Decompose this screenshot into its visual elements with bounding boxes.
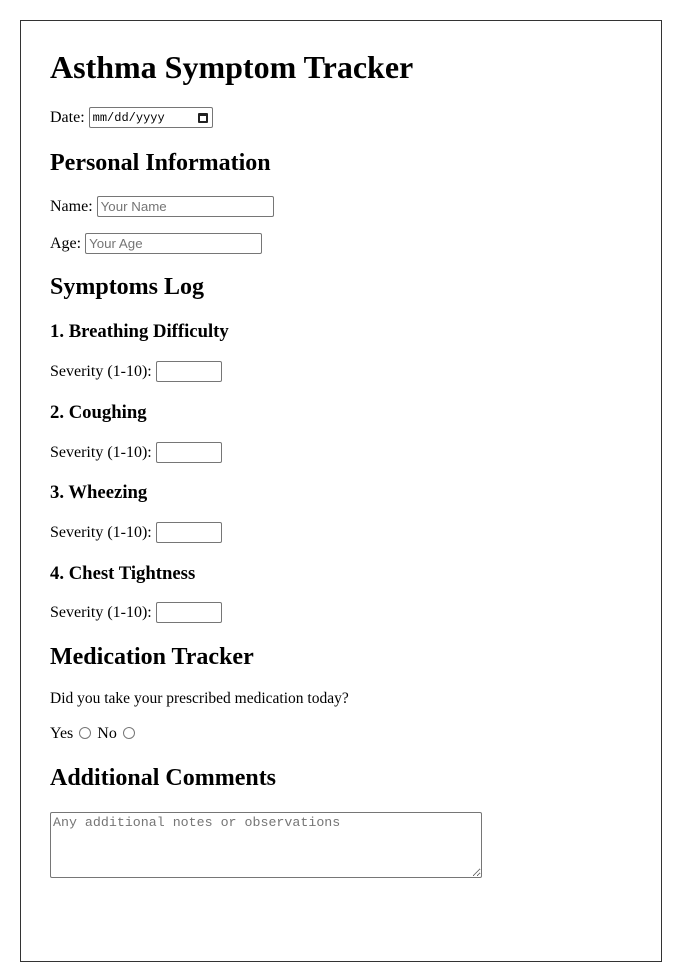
date-input[interactable]: mm/dd/yyyy — [88, 107, 213, 128]
coughing-severity-input[interactable] — [155, 442, 222, 463]
page-title: Asthma Symptom Tracker — [50, 49, 414, 85]
severity-label: Severity (1-10): — [50, 443, 152, 461]
severity-label: Severity (1-10): — [50, 362, 152, 380]
symptoms-log-heading: Symptoms Log — [50, 274, 205, 300]
form-container: Asthma Symptom Tracker Date: mm/dd/yyyy … — [20, 20, 662, 962]
no-label: No — [97, 725, 117, 742]
yes-label: Yes — [50, 725, 74, 742]
symptom-title: 1. Breathing Difficulty — [50, 321, 229, 342]
no-radio[interactable] — [122, 727, 135, 739]
symptom-severity-row: Severity (1-10): — [50, 361, 222, 382]
symptom-severity-row: Severity (1-10): — [50, 522, 222, 543]
date-placeholder: mm/dd/yyyy — [92, 110, 165, 125]
date-label: Date: — [50, 108, 85, 126]
medication-question-text: Did you take your prescribed medication … — [50, 690, 349, 707]
age-label: Age: — [50, 234, 82, 252]
medication-question: Did you take your prescribed medication … — [50, 690, 349, 708]
chest-tightness-severity-input[interactable] — [155, 602, 222, 623]
calendar-icon[interactable] — [197, 112, 208, 123]
personal-info-heading: Personal Information — [50, 150, 271, 176]
age-input[interactable] — [85, 233, 263, 254]
comments-heading: Additional Comments — [50, 765, 277, 791]
symptom-title: 3. Wheezing — [50, 482, 148, 503]
name-row: Name: — [50, 196, 274, 217]
medication-heading: Medication Tracker — [50, 644, 254, 670]
breathing-difficulty-severity-input[interactable] — [155, 361, 222, 382]
name-label: Name: — [50, 197, 93, 215]
comments-textarea[interactable] — [50, 812, 482, 878]
severity-label: Severity (1-10): — [50, 603, 152, 621]
symptom-severity-row: Severity (1-10): — [50, 442, 222, 463]
name-input[interactable] — [96, 196, 274, 217]
symptom-title: 2. Coughing — [50, 402, 147, 423]
date-row: Date: mm/dd/yyyy — [50, 107, 213, 128]
symptom-title: 4. Chest Tightness — [50, 563, 196, 584]
yes-radio[interactable] — [79, 727, 92, 739]
age-row: Age: — [50, 233, 263, 254]
medication-options: Yes No — [50, 725, 141, 743]
symptom-severity-row: Severity (1-10): — [50, 602, 222, 623]
severity-label: Severity (1-10): — [50, 523, 152, 541]
wheezing-severity-input[interactable] — [155, 522, 222, 543]
